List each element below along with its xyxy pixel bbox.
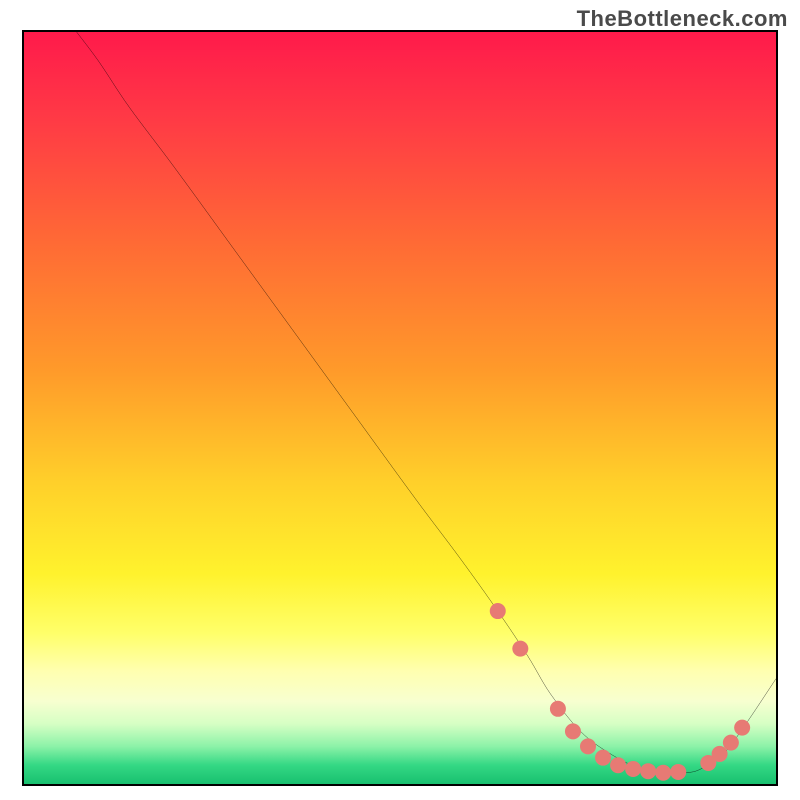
highlight-dot — [490, 603, 506, 619]
highlight-dot — [580, 738, 596, 754]
highlight-dot — [595, 750, 611, 766]
chart-svg — [24, 32, 776, 784]
highlight-dot — [670, 764, 686, 780]
highlight-dot — [640, 763, 656, 779]
chart-container: TheBottleneck.com — [0, 0, 800, 800]
highlight-dot — [734, 720, 750, 736]
highlight-dot — [723, 735, 739, 751]
watermark-label: TheBottleneck.com — [577, 6, 788, 32]
plot-area — [22, 30, 778, 786]
highlight-dot — [610, 757, 626, 773]
highlight-dot — [712, 746, 728, 762]
highlight-dot — [550, 701, 566, 717]
highlight-dots — [490, 603, 750, 781]
highlight-dot — [655, 765, 671, 781]
highlight-dot — [512, 641, 528, 657]
bottleneck-curve — [77, 32, 776, 773]
highlight-dot — [565, 723, 581, 739]
highlight-dot — [625, 761, 641, 777]
